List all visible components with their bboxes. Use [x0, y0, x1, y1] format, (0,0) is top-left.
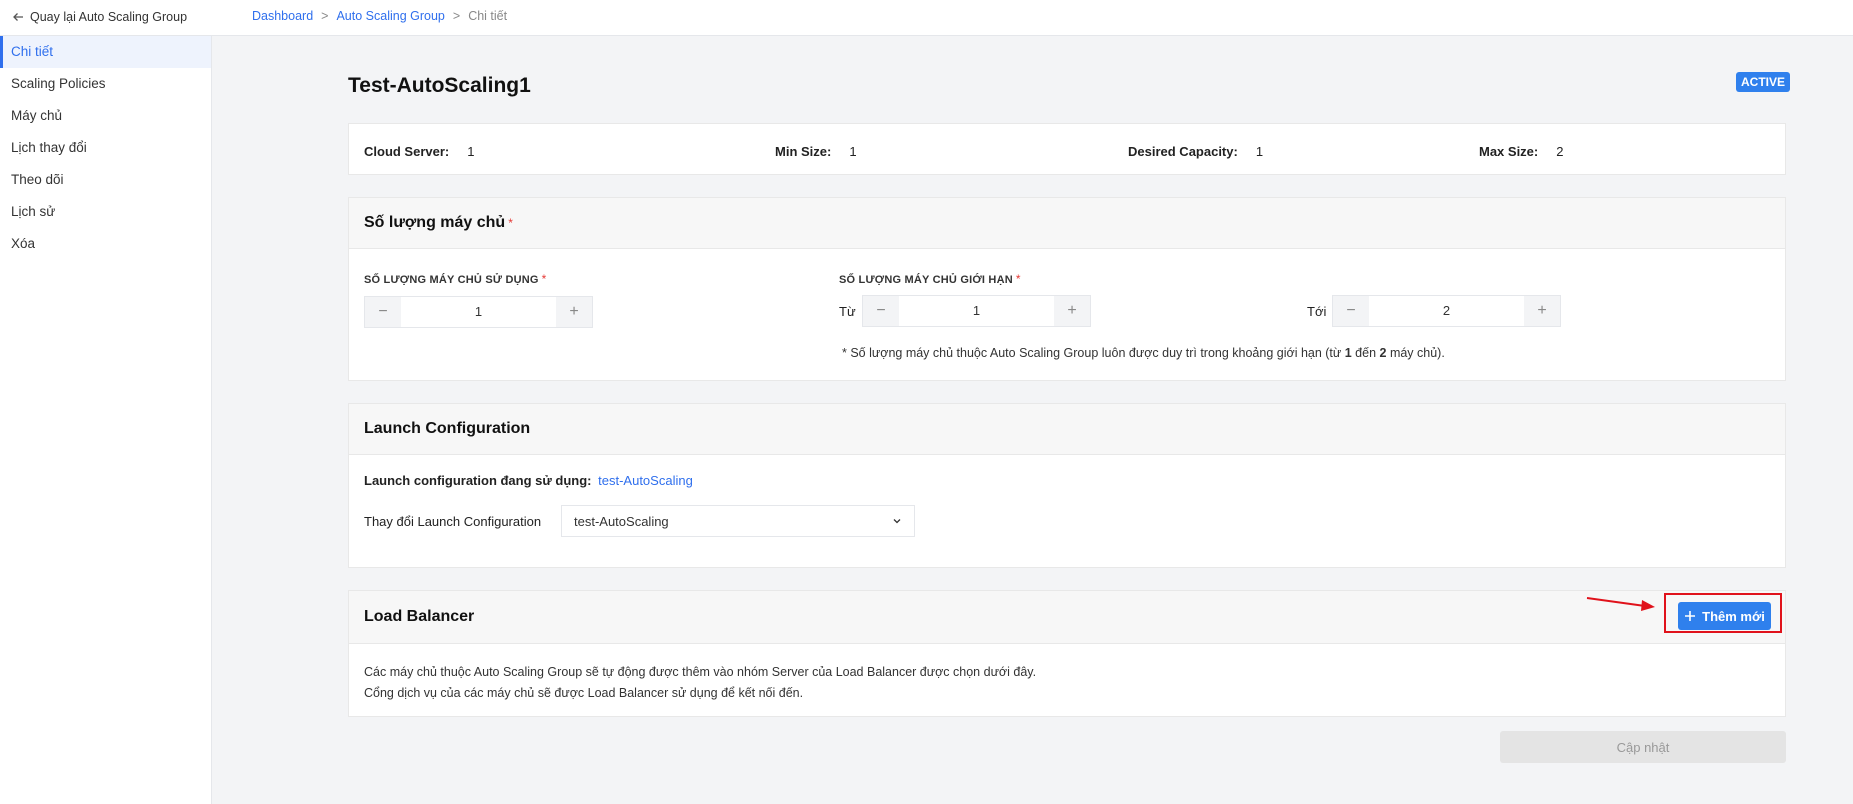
sidebar-item-schedule[interactable]: Lịch thay đổi [0, 132, 211, 164]
page-title: Test-AutoScaling1 [348, 74, 531, 97]
top-bar: Quay lại Auto Scaling Group Dashboard > … [0, 0, 1853, 36]
capacity-card: Số lượng máy chủ * SỐ LƯỢNG MÁY CHỦ SỬ DỤ… [348, 197, 1786, 381]
sidebar-item-delete[interactable]: Xóa [0, 228, 211, 260]
sidebar-item-monitoring[interactable]: Theo dõi [0, 164, 211, 196]
sidebar-item-servers[interactable]: Máy chủ [0, 100, 211, 132]
sidebar-item-details[interactable]: Chi tiết [0, 36, 211, 68]
min-size-label: Min Size: [775, 144, 832, 159]
to-value[interactable]: 2 [1369, 296, 1524, 326]
cloud-server-stat: Cloud Server: 1 [364, 144, 474, 159]
status-badge: ACTIVE [1736, 72, 1791, 92]
cloud-server-label: Cloud Server: [364, 144, 450, 159]
to-decrement-button[interactable]: − [1333, 296, 1369, 326]
load-balancer-description: Các máy chủ thuộc Auto Scaling Group sẽ … [364, 662, 1036, 704]
used-decrement-button[interactable]: − [365, 297, 401, 327]
add-load-balancer-button[interactable]: Thêm mới [1678, 602, 1771, 630]
chevron-down-icon [893, 519, 901, 524]
capacity-title: Số lượng máy chủ [364, 214, 506, 231]
summary-card: Cloud Server: 1 Min Size: 1 Desired Capa… [348, 123, 1786, 175]
cloud-server-value: 1 [467, 144, 475, 159]
limit-servers-label: SỐ LƯỢNG MÁY CHỦ GIỚI HẠN * [839, 272, 1021, 286]
used-increment-button[interactable]: + [556, 297, 592, 327]
to-label: Tới [1307, 304, 1327, 319]
update-button[interactable]: Cập nhật [1500, 731, 1786, 763]
launch-config-select[interactable]: test-AutoScaling [561, 505, 915, 537]
to-increment-button[interactable]: + [1524, 296, 1560, 326]
max-size-value: 2 [1556, 144, 1564, 159]
min-size-stat: Min Size: 1 [775, 144, 857, 159]
arrow-left-icon [13, 13, 23, 21]
breadcrumb-separator: > [321, 9, 329, 23]
sidebar-item-scaling-policies[interactable]: Scaling Policies [0, 68, 211, 100]
breadcrumb-auto-scaling-group[interactable]: Auto Scaling Group [336, 9, 444, 23]
breadcrumb-separator: > [452, 9, 461, 23]
to-stepper[interactable]: − 2 + [1332, 295, 1561, 327]
used-servers-stepper[interactable]: − 1 + [364, 296, 593, 328]
from-value[interactable]: 1 [899, 296, 1054, 326]
required-mark: * [508, 216, 513, 230]
change-launch-config-label: Thay đổi Launch Configuration [364, 514, 542, 529]
desired-capacity-label: Desired Capacity: [1128, 144, 1238, 159]
used-servers-label: SỐ LƯỢNG MÁY CHỦ SỬ DỤNG * [364, 272, 547, 286]
from-decrement-button[interactable]: − [863, 296, 899, 326]
load-balancer-desc-line2: Cổng dịch vụ của các máy chủ sẽ được Loa… [364, 686, 804, 700]
capacity-card-header: Số lượng máy chủ * [349, 198, 1785, 249]
used-servers-value[interactable]: 1 [401, 297, 556, 327]
add-load-balancer-label: Thêm mới [1702, 608, 1765, 624]
from-label: Từ [839, 304, 856, 319]
launch-config-selected: test-AutoScaling [574, 513, 669, 529]
desired-capacity-value: 1 [1255, 144, 1264, 159]
load-balancer-card: Load Balancer Các máy chủ thuộc Auto Sca… [348, 590, 1786, 717]
sidebar: Chi tiết Scaling Policies Máy chủ Lịch t… [0, 36, 212, 804]
current-launch-config-label: Launch configuration đang sử dụng: [364, 473, 592, 488]
load-balancer-desc-line1: Các máy chủ thuộc Auto Scaling Group sẽ … [364, 665, 1037, 679]
capacity-note: * Số lượng máy chủ thuộc Auto Scaling Gr… [842, 346, 1445, 360]
desired-capacity-stat: Desired Capacity: 1 [1128, 144, 1263, 159]
from-stepper[interactable]: − 1 + [862, 295, 1091, 327]
sidebar-item-history[interactable]: Lịch sử [0, 196, 211, 228]
max-size-stat: Max Size: 2 [1479, 144, 1563, 159]
min-size-value: 1 [849, 144, 857, 159]
breadcrumb: Dashboard > Auto Scaling Group > Chi tiế… [252, 9, 507, 23]
back-link[interactable]: Quay lại Auto Scaling Group [12, 10, 187, 24]
annotation-arrow-icon [1586, 597, 1655, 611]
back-link-label: Quay lại Auto Scaling Group [30, 10, 188, 24]
from-increment-button[interactable]: + [1054, 296, 1090, 326]
launch-config-header: Launch Configuration [349, 404, 1785, 455]
breadcrumb-dashboard[interactable]: Dashboard [252, 9, 313, 23]
breadcrumb-current: Chi tiết [468, 9, 508, 23]
launch-config-card: Launch Configuration Launch configuratio… [348, 403, 1786, 568]
load-balancer-header: Load Balancer [349, 591, 1785, 644]
plus-icon [1685, 611, 1696, 621]
current-launch-config: Launch configuration đang sử dụng: test-… [364, 473, 693, 488]
current-launch-config-link[interactable]: test-AutoScaling [598, 473, 693, 488]
max-size-label: Max Size: [1479, 144, 1539, 159]
